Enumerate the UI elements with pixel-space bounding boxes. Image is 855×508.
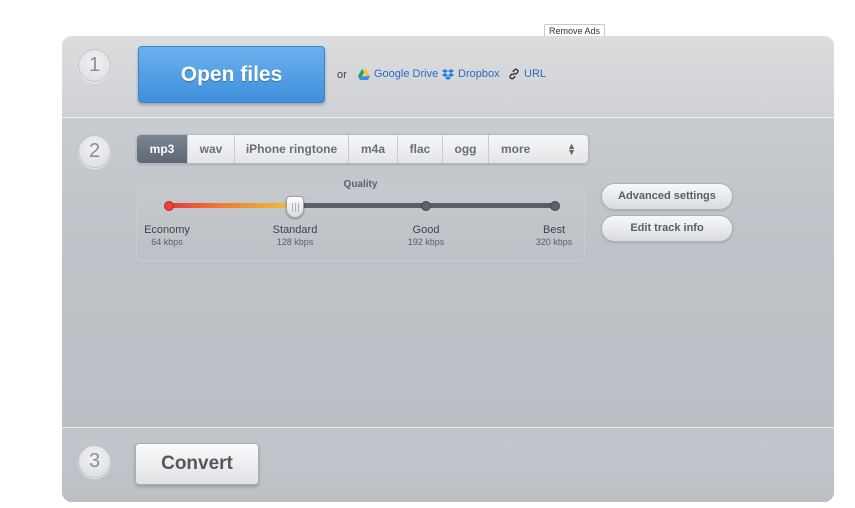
step-number-3: 3 [78,445,111,478]
format-tab-iphone-ringtone[interactable]: iPhone ringtone [235,135,349,163]
dropbox-icon [442,68,454,80]
quality-stop-good[interactable] [421,201,431,211]
google-drive-link[interactable]: Google Drive [358,68,438,80]
url-label: URL [524,68,547,80]
format-tab-flac[interactable]: flac [398,135,443,163]
convert-button[interactable]: Convert [135,443,259,485]
quality-title: Quality [137,179,584,190]
format-tab-mp3[interactable]: mp3 [137,135,188,163]
quality-level-economy: Economy 64 kbps [144,224,190,247]
format-tabs: mp3 wav iPhone ringtone m4a flac ogg mor… [136,134,589,164]
quality-level-standard: Standard 128 kbps [272,224,318,247]
link-icon [509,68,519,80]
advanced-settings-button[interactable]: Advanced settings [601,183,733,210]
quality-track-fill [169,203,297,208]
more-label: more [501,142,531,156]
quality-slider-box: Quality Economy 64 kbps Standard 128 kbp… [136,179,585,261]
dropbox-label: Dropbox [458,68,500,80]
google-drive-label: Google Drive [374,68,439,80]
google-drive-icon [358,68,370,80]
format-more-select[interactable]: more ▲ ▼ [489,135,588,163]
step-format-settings: 2 mp3 wav iPhone ringtone m4a flac ogg m… [62,119,834,427]
url-link[interactable]: URL [508,68,546,80]
quality-stop-economy[interactable] [164,201,174,211]
quality-slider-handle[interactable] [286,196,304,218]
format-tab-ogg[interactable]: ogg [443,135,489,163]
open-files-button[interactable]: Open files [138,46,325,103]
format-tab-wav[interactable]: wav [188,135,235,163]
quality-level-best: Best 320 kbps [535,224,573,247]
or-label: or [337,69,347,81]
step-number-2: 2 [78,135,111,168]
format-tab-m4a[interactable]: m4a [349,135,398,163]
dropbox-link[interactable]: Dropbox [442,68,500,80]
step-convert: 3 Convert [62,427,834,502]
step-open-files: 1 Open files or Google Drive Dropbox URL [62,36,834,118]
step-number-1: 1 [78,49,111,82]
converter-panel: 1 Open files or Google Drive Dropbox URL… [62,36,834,502]
up-down-arrows-icon: ▲ ▼ [567,141,576,157]
edit-track-info-button[interactable]: Edit track info [601,215,733,242]
quality-stop-best[interactable] [550,201,560,211]
quality-level-good: Good 192 kbps [407,224,445,247]
